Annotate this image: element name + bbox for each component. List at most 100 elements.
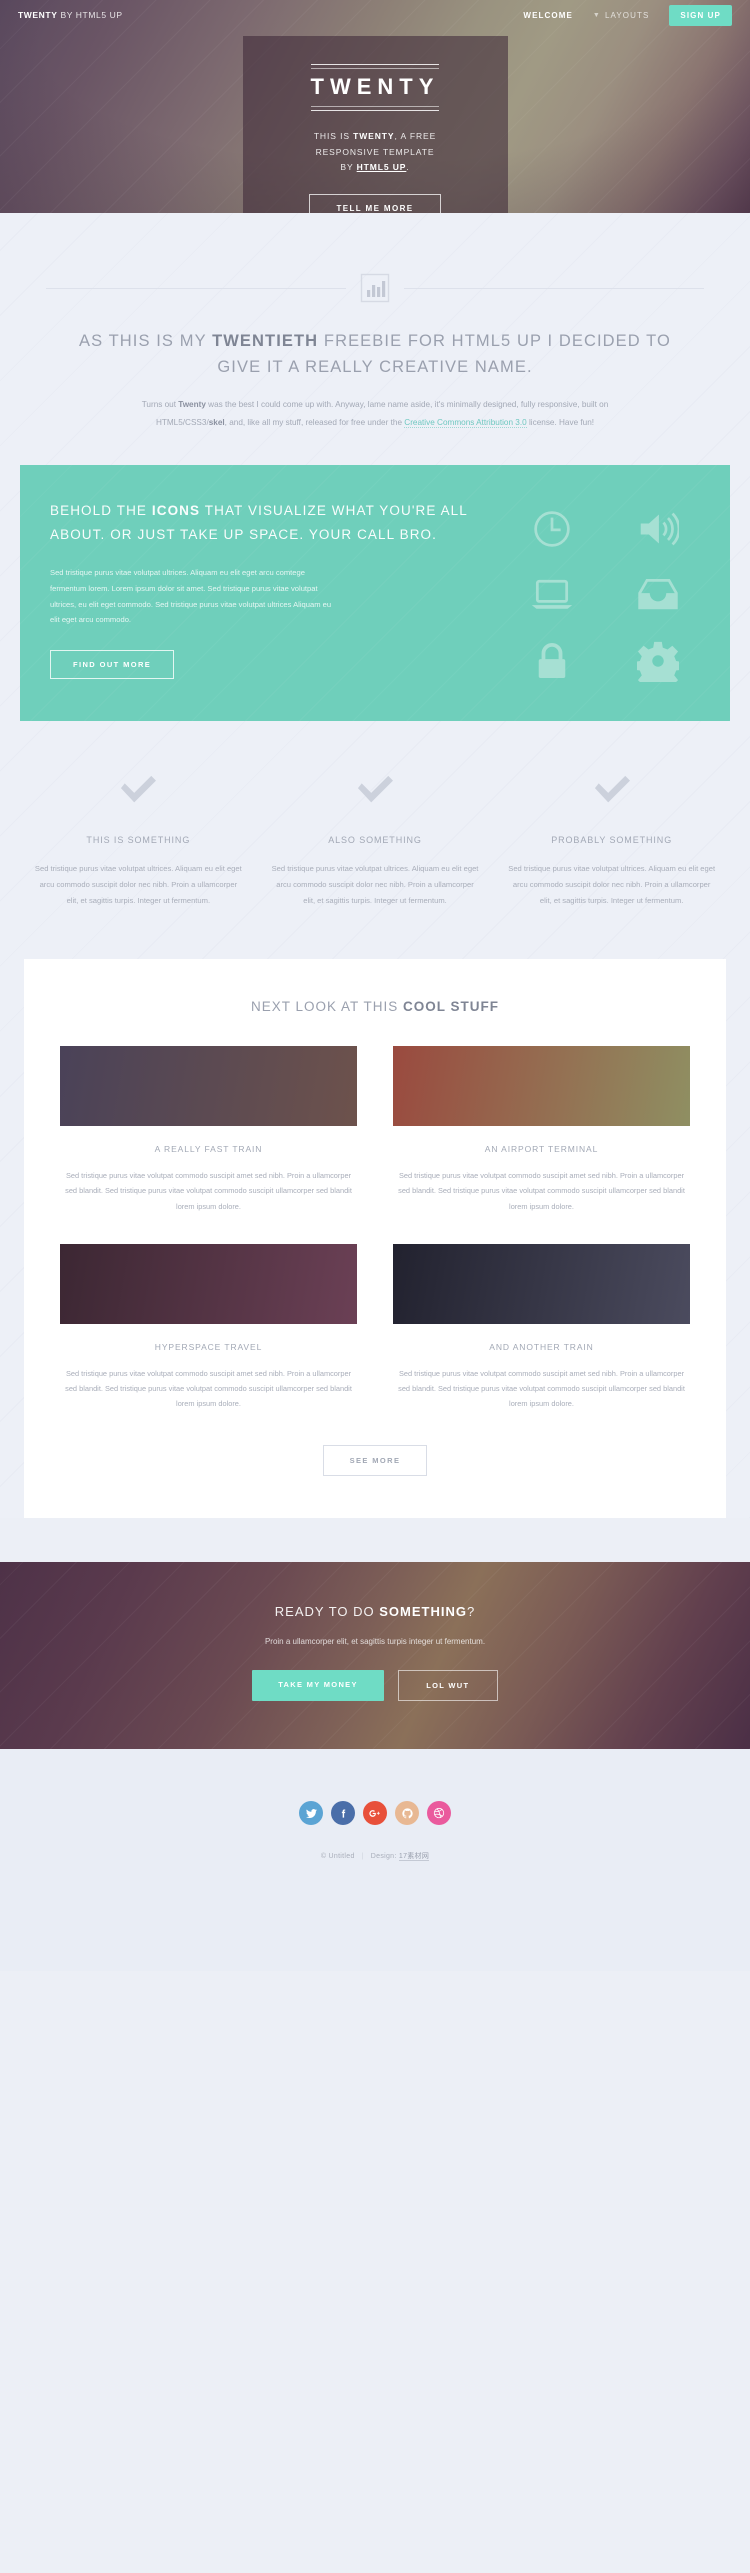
hero-banner: TWENTY THIS IS TWENTY, A FREE RESPONSIVE… [242,36,508,213]
cta-stripes [0,1562,750,1750]
cta-heading-pre: Ready to do [274,1604,380,1620]
cool-stuff-heading: Next look at this cool stuff [60,999,690,1014]
tile-thumbnail[interactable] [393,1243,690,1324]
tile-item[interactable]: An Airport Terminal Sed tristique purus … [393,1046,690,1214]
cool-stuff-heading-bold: cool stuff [403,999,500,1015]
feature-item: Also Something Sed tristique purus vitae… [257,773,494,909]
feature-item: This Is Something Sed tristique purus vi… [20,773,257,909]
cta-heading-bold: something [379,1604,467,1620]
teal-heading-bold: icons [151,503,201,519]
teal-heading-pre: Behold the [50,503,152,519]
card-actions: See More [60,1445,690,1477]
volume-icon [616,505,700,553]
icons-feature-text: Behold the icons that visualize what you… [50,499,510,685]
feature-body: Sed tristique purus vitae volutpat ultri… [271,864,479,906]
intro-copy-bold-2: skel [208,417,225,427]
top-nav-links: Welcome ▼ Layouts Sign Up [523,4,732,26]
banner-line2: RESPONSIVE TEMPLATE [315,146,435,157]
cool-stuff-card: Next look at this cool stuff A Really Fa… [24,959,726,1519]
site-logo[interactable]: TWENTY BY HTML5 UP [18,10,123,20]
tile-thumbnail[interactable] [60,1046,357,1127]
logo-rest: BY HTML5 UP [57,10,123,20]
feature-body: Sed tristique purus vitae volutpat ultri… [508,864,716,906]
tile-body: Sed tristique purus vitae volutpat commo… [65,1368,352,1409]
page-root: TWENTY BY HTML5 UP Welcome ▼ Layouts Sig… [0,0,750,1972]
icons-feature-body: Sed tristique purus vitae volutpat ultri… [50,567,332,625]
tile-body: Sed tristique purus vitae volutpat commo… [398,1171,685,1211]
social-links [20,1801,730,1826]
main-content: As this is my twentieth freebie for HTML… [0,213,750,1519]
icons-feature-heading: Behold the icons that visualize what you… [50,499,496,546]
tile-item[interactable]: A Really Fast Train Sed tristique purus … [60,1046,357,1214]
github-icon[interactable] [395,1801,419,1826]
see-more-button[interactable]: See More [322,1445,428,1477]
tile-thumbnail[interactable] [393,1046,690,1127]
banner-html5up-link[interactable]: HTML5 UP [357,162,407,172]
intro-copy-3: , and, like all my stuff, released for f… [224,417,405,427]
twitter-icon[interactable] [299,1801,323,1826]
cta-subtext: Proin a ullamcorper elit, et sagittis tu… [264,1637,486,1647]
intro-icon-row [20,273,730,303]
tile-title: A Really Fast Train [154,1144,263,1155]
intro-headline: As this is my twentieth freebie for HTML… [65,329,685,380]
feature-title: This Is Something [86,835,191,846]
creative-commons-link[interactable]: Creative Commons Attribution 3.0 [404,417,527,428]
find-out-more-button[interactable]: Find Out More [50,650,175,680]
banner-subtitle: THIS IS TWENTY, A FREE RESPONSIVE TEMPLA… [269,129,482,176]
nav-item-layouts-label: Layouts [604,10,650,20]
cta-heading-post: ? [466,1604,476,1620]
clock-icon [510,505,594,553]
inbox-icon [616,571,700,619]
copyright-text: © Untitled [320,1853,355,1861]
tell-me-more-button[interactable]: Tell Me More [309,194,441,213]
intro-copy-1: Turns out [141,400,179,410]
tile-item[interactable]: And Another Train Sed tristique purus vi… [393,1243,690,1412]
lol-wut-button[interactable]: Lol Wut [397,1670,498,1702]
google-plus-icon[interactable] [363,1801,387,1826]
hero-section: TWENTY BY HTML5 UP Welcome ▼ Layouts Sig… [0,0,750,213]
tile-title: An Airport Terminal [484,1144,599,1155]
feature-body: Sed tristique purus vitae volutpat ultri… [34,864,242,906]
tile-item[interactable]: Hyperspace Travel Sed tristique purus vi… [60,1243,357,1412]
banner-line1-post: , A FREE [394,131,437,141]
tile-body: Sed tristique purus vitae volutpat commo… [65,1171,352,1211]
gear-icon [616,637,700,685]
tile-title: And Another Train [489,1341,594,1352]
nav-item-welcome-label: Welcome [523,10,573,20]
bar-chart-icon [360,273,390,303]
check-icon [34,773,243,809]
intro-copy-bold-1: Twenty [178,400,206,410]
tile-thumbnail[interactable] [60,1243,357,1324]
intro-section: As this is my twentieth freebie for HTML… [0,253,750,431]
intro-copy-4: license. Have fun! [526,417,595,427]
intro-headline-bold: twentieth [212,332,319,350]
nav-item-layouts[interactable]: ▼ Layouts [593,11,649,20]
banner-line3-post: . [406,162,410,173]
banner-line1-bold: TWENTY [353,131,395,141]
copyright-separator: | [361,1853,364,1861]
signup-button[interactable]: Sign Up [669,4,732,26]
check-icon [507,773,716,809]
tile-title: Hyperspace Travel [154,1341,263,1352]
feature-item: Probably Something Sed tristique purus v… [493,773,730,909]
copyright-line: © Untitled | Design: 17素材网 [20,1851,730,1862]
cta-section: Ready to do something? Proin a ullamcorp… [0,1562,750,1750]
take-my-money-button[interactable]: Take My Money [252,1670,384,1702]
icons-grid [510,499,700,685]
icons-feature-box: Behold the icons that visualize what you… [20,465,730,722]
lock-icon [510,637,594,685]
check-icon [271,773,480,809]
facebook-icon[interactable] [331,1801,355,1826]
feature-title: Also Something [328,835,422,846]
feature-title: Probably Something [551,835,673,846]
top-navigation-bar: TWENTY BY HTML5 UP Welcome ▼ Layouts Sig… [0,0,750,30]
cool-stuff-grid: A Really Fast Train Sed tristique purus … [60,1046,690,1411]
nav-item-welcome[interactable]: Welcome [523,11,572,20]
dribbble-icon[interactable] [427,1801,451,1826]
banner-line3-pre: BY [340,162,357,173]
banner-title: TWENTY [310,64,440,111]
cool-stuff-heading-pre: Next look at this [250,999,404,1015]
banner-line1-pre: THIS IS [313,131,354,141]
intro-headline-pre: As this is my [78,332,213,350]
design-credit-link[interactable]: 17素材网 [398,1853,430,1862]
